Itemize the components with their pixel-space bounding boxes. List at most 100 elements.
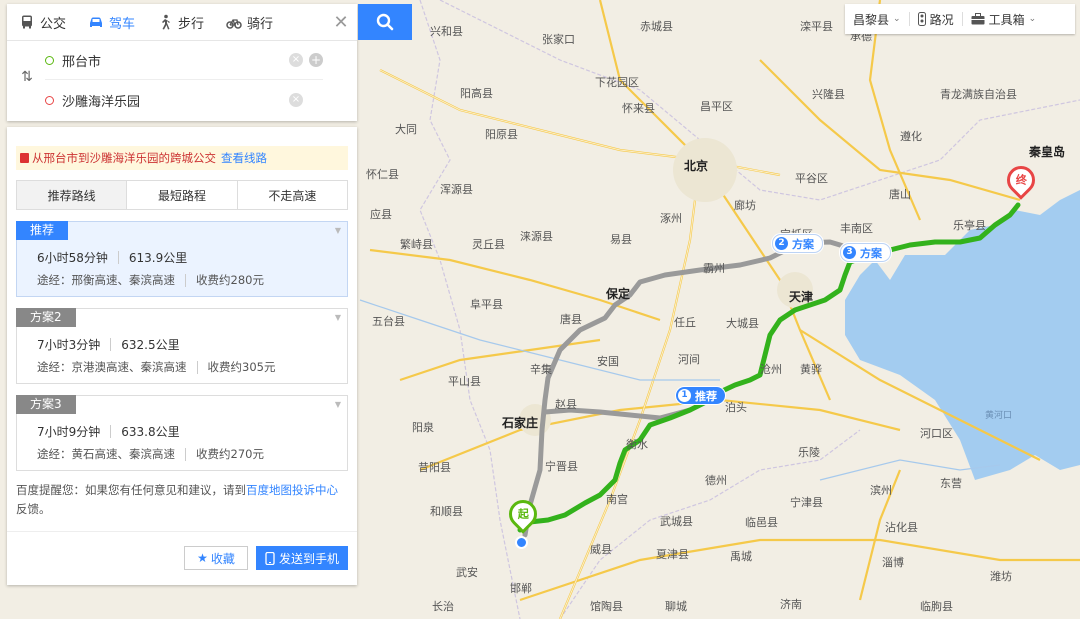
phone-icon (265, 551, 275, 565)
pref-recommended[interactable]: 推荐路线 (17, 181, 127, 209)
plan-details: 途经：邢衡高速、秦滨高速 收费约280元 (37, 272, 264, 288)
origin-destination: ⇅ 邢台市 × + 沙雕海洋乐园 × (7, 41, 357, 121)
svg-text:临朐县: 临朐县 (920, 599, 953, 613)
svg-text:丰南区: 丰南区 (840, 222, 873, 235)
clear-destination-icon[interactable]: × (289, 93, 303, 107)
svg-text:易县: 易县 (610, 233, 632, 246)
svg-text:怀来县: 怀来县 (622, 102, 655, 115)
svg-text:涿州: 涿州 (660, 212, 682, 225)
svg-text:阳原县: 阳原县 (485, 128, 518, 141)
svg-text:乐陵: 乐陵 (798, 446, 820, 459)
svg-text:沾化县: 沾化县 (885, 520, 918, 534)
svg-text:昔阳县: 昔阳县 (418, 461, 451, 474)
pref-no-highway[interactable]: 不走高速 (236, 181, 347, 209)
send-to-phone-button[interactable]: 发送到手机 (256, 546, 348, 570)
svg-text:涞源县: 涞源县 (520, 229, 553, 243)
svg-text:大城县: 大城县 (726, 316, 759, 330)
plan-via: 途经：京港澳高速、秦滨高速 (37, 360, 187, 374)
svg-text:浑源县: 浑源县 (440, 182, 473, 196)
route-plan-2[interactable]: 方案2 ▼ 7小时3分钟 632.5公里 途经：京港澳高速、秦滨高速 收费约305元 (16, 308, 348, 384)
tab-bus[interactable]: 公交 (7, 4, 76, 40)
destination-dot-icon (45, 95, 54, 105)
marker-label: 推荐 (695, 389, 717, 403)
bus-icon (22, 15, 32, 29)
tab-car-label: 驾车 (109, 16, 136, 32)
bus-small-icon (20, 153, 29, 163)
origin-text[interactable]: 邢台市 (62, 51, 285, 70)
destination-text[interactable]: 沙雕海洋乐园 (62, 91, 285, 110)
favorite-button[interactable]: ★ 收藏 (184, 546, 248, 570)
add-waypoint-icon[interactable]: + (309, 53, 323, 67)
marker-number: 3 (843, 246, 856, 259)
route-marker-plan3[interactable]: 3 方案 (840, 243, 891, 262)
tab-bike[interactable]: 骑行 (214, 4, 283, 40)
search-button[interactable] (358, 4, 412, 40)
toolbox-icon (971, 13, 985, 25)
svg-text:黄河口: 黄河口 (985, 409, 1012, 421)
route-plan-3[interactable]: 方案3 ▼ 7小时9分钟 633.8公里 途经：黄石高速、秦滨高速 收费约270元 (16, 395, 348, 471)
route-results-panel: 从邢台市到沙雕海洋乐园的跨城公交 查看线路 推荐路线 最短路程 不走高速 推荐 … (7, 127, 357, 585)
route-preference-tabs: 推荐路线 最短路程 不走高速 (16, 180, 348, 210)
svg-text:兴和县: 兴和县 (430, 25, 463, 38)
svg-text:下花园区: 下花园区 (595, 76, 639, 89)
svg-text:河口区: 河口区 (920, 427, 953, 440)
view-bus-route-link[interactable]: 查看线路 (221, 150, 267, 166)
car-icon (90, 17, 103, 27)
chevron-down-icon: ▼ (334, 226, 341, 235)
svg-text:武安: 武安 (456, 565, 478, 579)
destination-field[interactable]: 沙雕海洋乐园 × (45, 81, 323, 119)
toolbox-menu[interactable]: 工具箱 ⌄ (963, 4, 1045, 34)
close-icon[interactable]: ✕ (329, 10, 353, 34)
svg-text:遵化: 遵化 (900, 129, 922, 143)
svg-text:聊城: 聊城 (665, 599, 687, 613)
route-marker-recommended[interactable]: 1 推荐 (676, 387, 725, 404)
svg-text:沧州: 沧州 (760, 362, 782, 376)
svg-text:霸州: 霸州 (703, 262, 725, 275)
svg-text:济南: 济南 (780, 597, 802, 611)
plan-duration: 6小时58分钟 (37, 251, 108, 265)
pref-shortest[interactable]: 最短路程 (126, 181, 236, 209)
chevron-down-icon: ▼ (334, 313, 341, 322)
city-selector[interactable]: 昌黎县 ⌄ (845, 4, 909, 34)
plan-toll: 收费约280元 (196, 273, 264, 287)
chevron-down-icon: ⌄ (1028, 14, 1037, 24)
svg-text:保定: 保定 (605, 286, 630, 301)
start-dot (515, 536, 528, 549)
tab-car[interactable]: 驾车 (76, 4, 145, 40)
walk-icon (162, 14, 171, 30)
plan-details: 途经：黄石高速、秦滨高速 收费约270元 (37, 446, 264, 462)
chevron-down-icon: ⌄ (893, 14, 901, 24)
plan-distance: 633.8公里 (121, 425, 180, 439)
plan-details: 途经：京港澳高速、秦滨高速 收费约305元 (37, 359, 275, 375)
svg-text:平谷区: 平谷区 (795, 172, 828, 185)
origin-field[interactable]: 邢台市 × + (45, 41, 323, 80)
svg-text:阳高县: 阳高县 (460, 86, 493, 100)
travel-mode-tabs: 公交 驾车 步行 骑行 ✕ (7, 4, 357, 41)
swap-icon[interactable]: ⇅ (17, 69, 37, 89)
toolbox-label: 工具箱 (988, 12, 1025, 27)
clear-origin-icon[interactable]: × (289, 53, 303, 67)
svg-text:赤城县: 赤城县 (640, 20, 673, 33)
plan-tag: 推荐 (16, 221, 69, 240)
svg-text:衡水: 衡水 (626, 438, 648, 451)
traffic-toggle[interactable]: 路况 (910, 4, 962, 34)
search-icon (376, 13, 394, 31)
svg-text:滨州: 滨州 (870, 483, 892, 497)
favorite-label: 收藏 (210, 551, 235, 566)
route-plan-1[interactable]: 推荐 ▼ 6小时58分钟 613.9公里 途经：邢衡高速、秦滨高速 收费约280元 (16, 221, 348, 297)
plan-summary: 7小时3分钟 632.5公里 (37, 336, 180, 353)
svg-text:宁晋县: 宁晋县 (545, 459, 578, 473)
chevron-down-icon: ▼ (334, 400, 341, 409)
svg-text:石家庄: 石家庄 (501, 415, 538, 430)
traffic-label: 路况 (929, 12, 954, 27)
svg-text:禹城: 禹城 (730, 550, 752, 563)
complaint-center-link[interactable]: 百度地图投诉中心 (246, 483, 338, 497)
svg-text:怀仁县: 怀仁县 (366, 168, 399, 181)
plan-duration: 7小时3分钟 (37, 338, 101, 352)
plan-distance: 613.9公里 (128, 251, 188, 265)
svg-text:唐山: 唐山 (889, 187, 911, 201)
tab-walk[interactable]: 步行 (145, 4, 214, 40)
svg-text:灵丘县: 灵丘县 (472, 238, 505, 251)
route-marker-plan2[interactable]: 2 方案 (772, 234, 823, 253)
svg-text:张家口: 张家口 (542, 32, 575, 46)
